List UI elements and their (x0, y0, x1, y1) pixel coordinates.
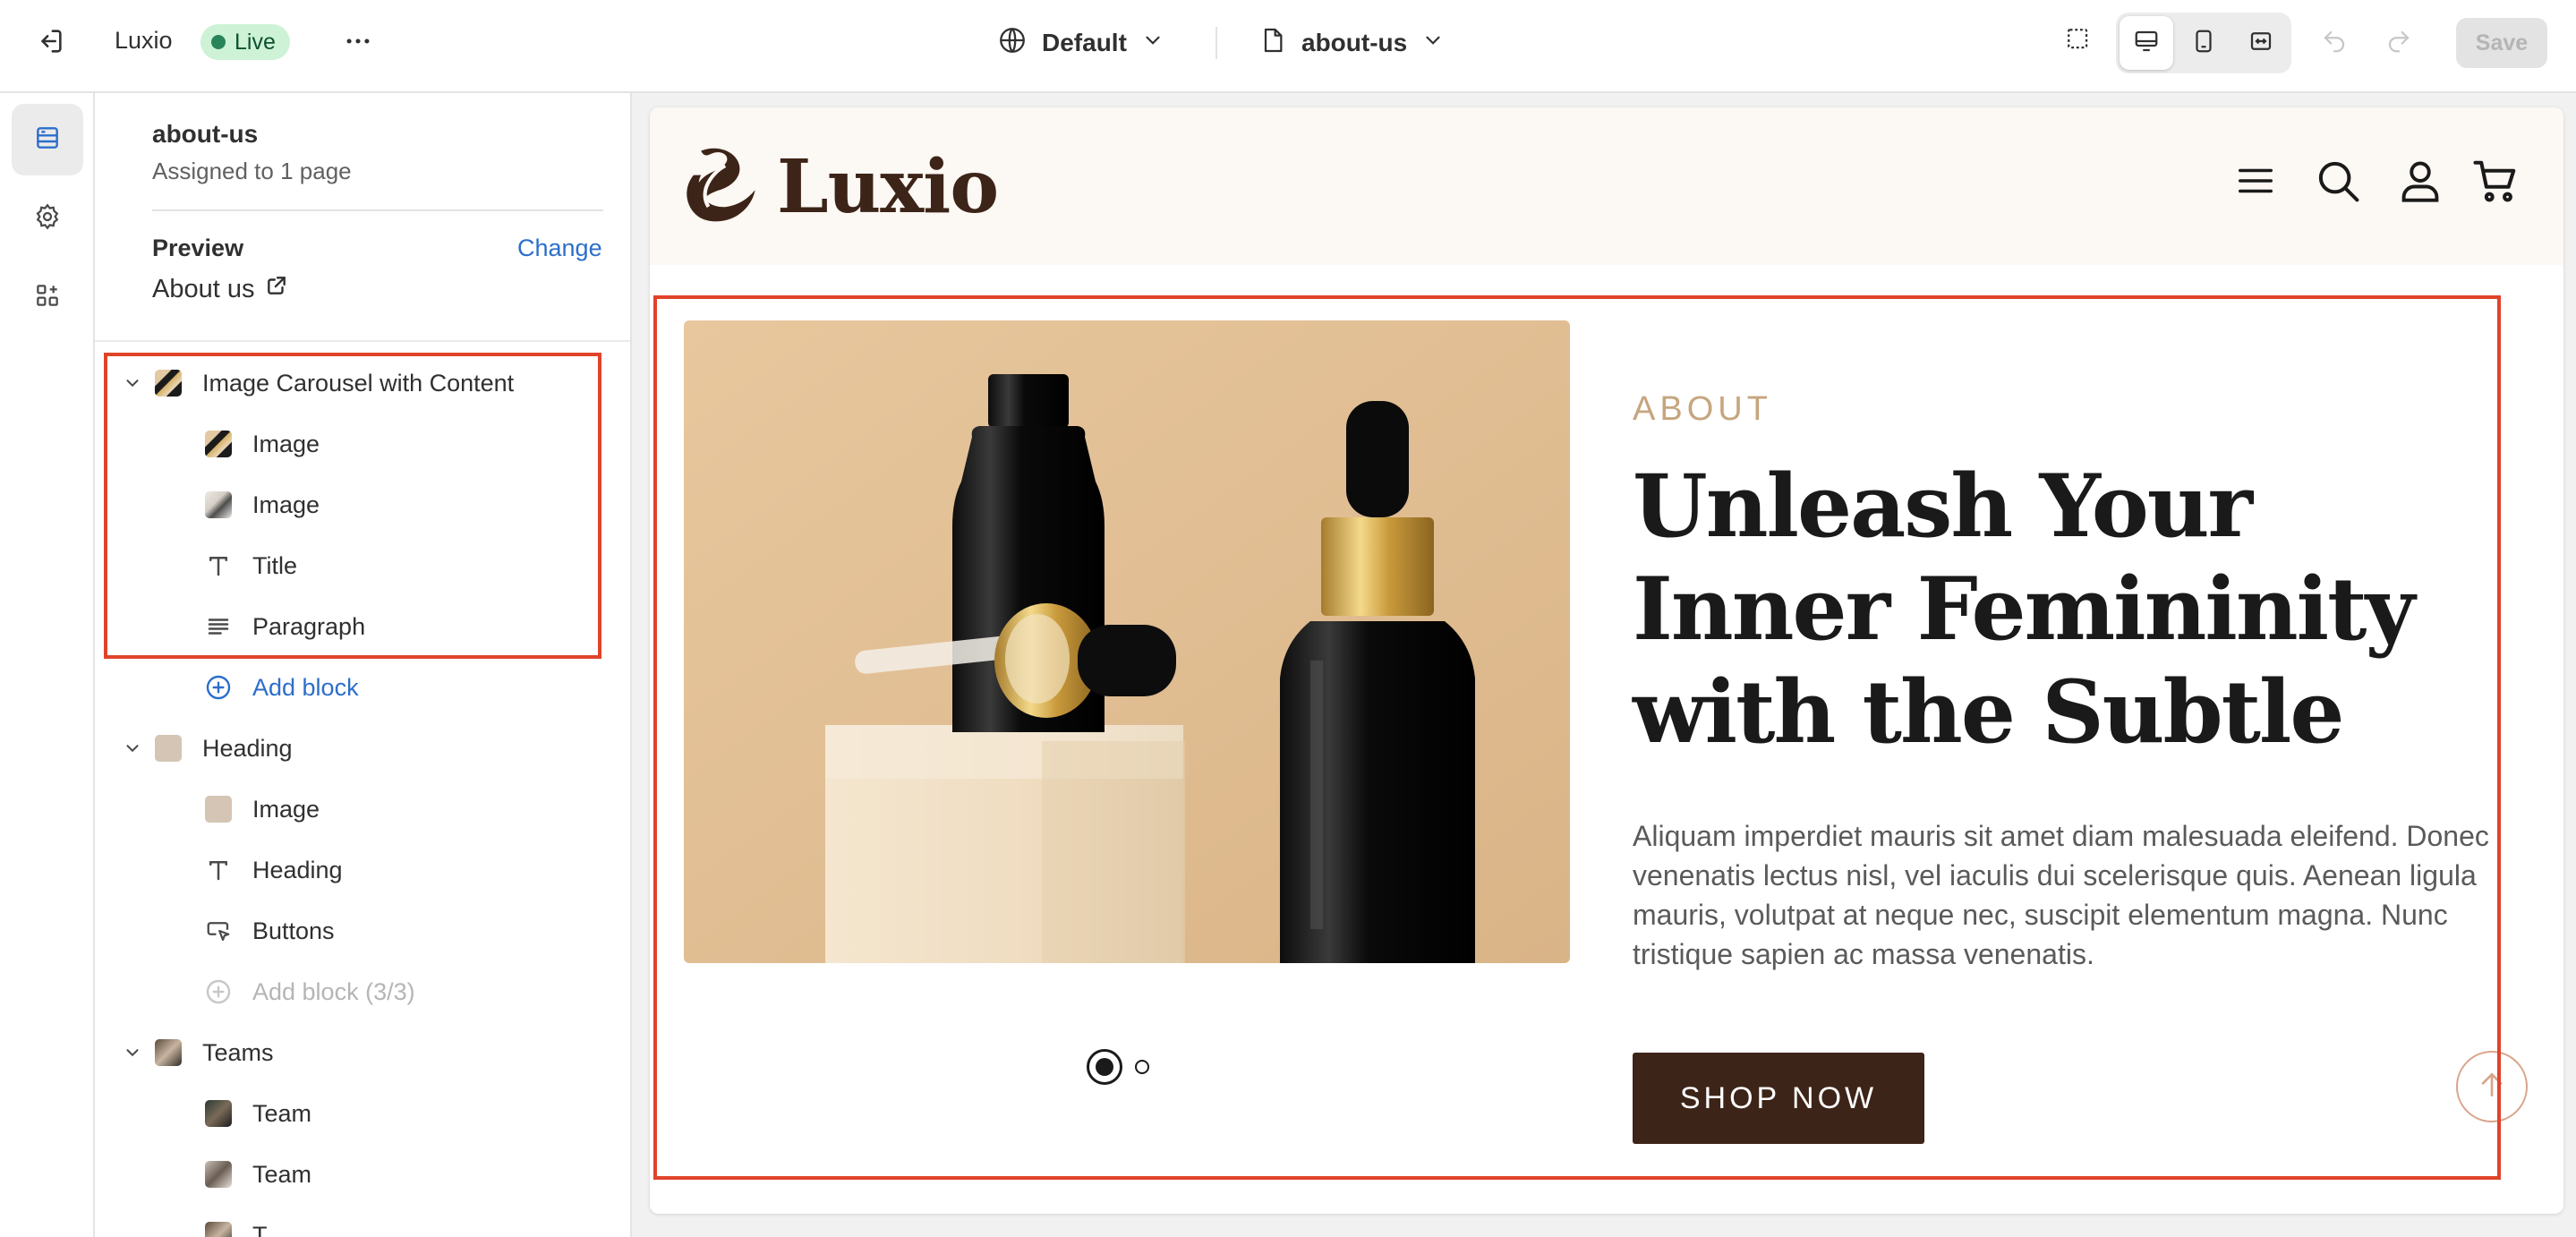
device-toggle-group (2116, 13, 2291, 73)
text-icon (204, 856, 233, 884)
image-thumbnail (204, 1099, 233, 1128)
menu-icon[interactable] (2227, 152, 2284, 209)
preview-canvas: Luxio ABOUT Unleash Your Inner Femininit… (632, 93, 2576, 1237)
preview-page: Luxio ABOUT Unleash Your Inner Femininit… (650, 107, 2563, 1214)
logo-text: Luxio (777, 143, 999, 230)
chevron-down-icon (1421, 29, 1445, 58)
inspector-toggle-button[interactable] (2055, 18, 2105, 68)
save-button[interactable]: Save (2456, 18, 2547, 68)
page-icon (1258, 26, 1287, 61)
site-header: Luxio (650, 107, 2563, 265)
cart-icon[interactable] (2467, 152, 2524, 209)
block-team[interactable]: T (95, 1205, 630, 1237)
block-team[interactable]: Team (95, 1144, 630, 1205)
store-name: Luxio (115, 27, 173, 54)
block-team[interactable]: Team (95, 1083, 630, 1144)
external-link-icon (265, 274, 288, 304)
block-label: Team (252, 1160, 312, 1188)
mobile-view-button[interactable] (2177, 16, 2231, 70)
exit-icon (35, 26, 65, 61)
desktop-icon (2133, 28, 2160, 59)
image-thumbnail (204, 795, 233, 823)
section-thumbnail (154, 734, 183, 763)
apps-icon (33, 281, 62, 314)
block-image[interactable]: Image (95, 779, 630, 840)
sidebar-divider (152, 209, 603, 211)
exit-button[interactable] (25, 18, 75, 68)
add-block-button-disabled: Add block (3/3) (95, 961, 630, 1022)
desktop-view-button[interactable] (2120, 16, 2173, 70)
section-thumbnail (154, 1038, 183, 1067)
image-thumbnail (204, 1221, 233, 1237)
template-assignment: Assigned to 1 page (152, 158, 352, 184)
section-heading[interactable]: Heading (95, 718, 630, 779)
undo-icon (2321, 28, 2348, 59)
section-label: Teams (202, 1038, 274, 1066)
redo-icon (2385, 28, 2412, 59)
block-heading[interactable]: Heading (95, 840, 630, 900)
page-selector-label: about-us (1301, 29, 1408, 56)
sidebar-divider (95, 340, 630, 342)
topbar-divider (1215, 27, 1217, 59)
section-label: Heading (202, 734, 293, 762)
sections-sidebar: about-us Assigned to 1 page Preview Chan… (95, 93, 632, 1237)
chevron-down-icon[interactable] (122, 738, 143, 759)
gear-icon (33, 202, 62, 235)
account-icon[interactable] (2392, 152, 2449, 209)
undo-button[interactable] (2309, 18, 2359, 68)
block-label: T (252, 1221, 268, 1237)
button-icon (204, 917, 233, 945)
status-badge: Live (200, 24, 290, 60)
preview-page-label: About us (152, 274, 255, 303)
section-teams[interactable]: Teams (95, 1022, 630, 1083)
status-badge-label: Live (235, 29, 276, 55)
theme-selector[interactable]: Default (997, 18, 1164, 68)
add-block-button[interactable]: Add block (95, 657, 630, 718)
image-thumbnail (204, 1160, 233, 1189)
chevron-down-icon[interactable] (122, 1042, 143, 1063)
search-icon[interactable] (2309, 152, 2367, 209)
more-horizontal-icon (343, 26, 373, 61)
live-dot-icon (211, 35, 226, 49)
logo-mark-icon (673, 138, 766, 235)
block-buttons[interactable]: Buttons (95, 900, 630, 961)
site-logo[interactable]: Luxio (673, 138, 999, 235)
editor-topbar: Luxio Live Default about-us Save (0, 0, 2576, 93)
chevron-down-icon (1141, 29, 1164, 58)
template-name: about-us (152, 120, 259, 148)
page-selector[interactable]: about-us (1258, 18, 1445, 68)
globe-icon (997, 25, 1028, 62)
preview-page-link[interactable]: About us (152, 274, 288, 304)
redo-button[interactable] (2374, 18, 2424, 68)
add-block-label: Add block (252, 673, 359, 701)
block-label: Heading (252, 856, 343, 883)
selected-section-outline (653, 295, 2501, 1180)
change-preview-link[interactable]: Change (517, 235, 602, 262)
plus-circle-icon (204, 977, 233, 1006)
fullwidth-view-button[interactable] (2234, 16, 2288, 70)
sections-rail-button[interactable] (12, 104, 83, 175)
block-label: Image (252, 795, 320, 823)
preview-label: Preview (152, 235, 244, 261)
sections-icon (33, 124, 62, 157)
selected-section-outline (104, 353, 601, 659)
theme-selector-label: Default (1042, 29, 1127, 56)
settings-rail-button[interactable] (12, 183, 83, 254)
mobile-icon (2190, 28, 2217, 59)
block-label: Team (252, 1099, 312, 1127)
select-cursor-icon (2065, 26, 2095, 61)
block-label: Buttons (252, 917, 335, 944)
more-actions-button[interactable] (333, 18, 383, 68)
editor-rail (0, 93, 95, 1237)
add-block-label: Add block (3/3) (252, 977, 415, 1005)
plus-circle-icon (204, 673, 233, 702)
apps-rail-button[interactable] (12, 261, 83, 333)
expand-horizontal-icon (2248, 28, 2274, 59)
